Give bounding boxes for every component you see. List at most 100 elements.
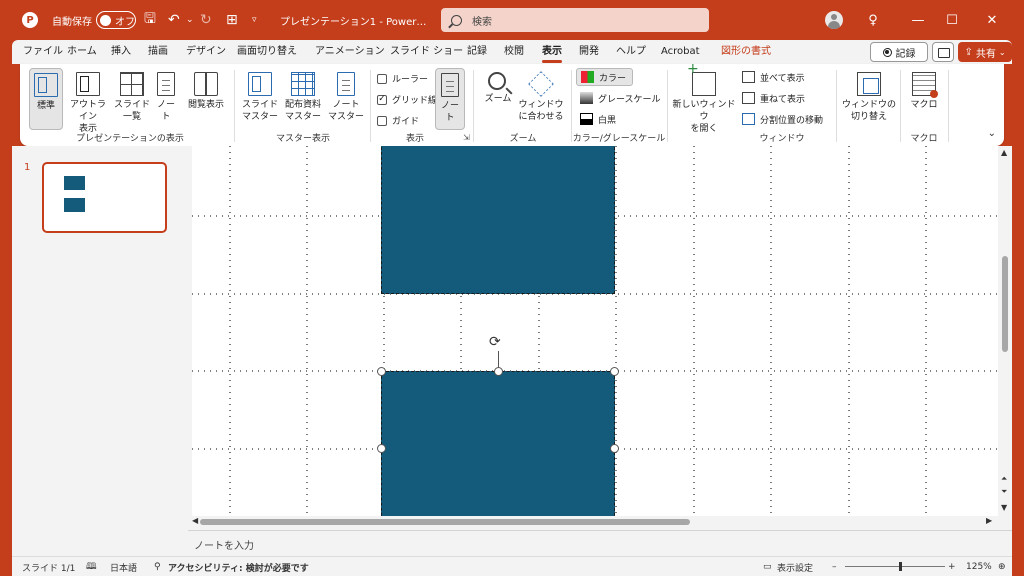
resize-handle[interactable] xyxy=(377,367,386,376)
color-label: カラー xyxy=(599,73,627,84)
tab-home[interactable]: ホーム xyxy=(67,40,97,64)
normal-view-button[interactable]: 標準 xyxy=(29,68,63,130)
zoom-button[interactable]: ズーム xyxy=(480,72,516,105)
color-button[interactable]: カラー xyxy=(576,68,634,86)
record-button[interactable]: 記録 xyxy=(870,42,928,62)
language-indicator[interactable]: 日本語 xyxy=(110,557,137,576)
slide-sorter-label: スライド 一覧 xyxy=(114,100,151,122)
tab-insert[interactable]: 挿入 xyxy=(111,40,131,64)
scroll-down-icon[interactable]: ▼ xyxy=(1001,503,1007,512)
autosave-toggle[interactable]: オフ xyxy=(96,11,136,29)
resize-handle[interactable] xyxy=(494,367,503,376)
redo-icon[interactable]: ↻ xyxy=(200,0,212,40)
grayscale-button[interactable]: グレースケール xyxy=(580,89,661,107)
handout-master-label: 配布資料 マスター xyxy=(284,100,321,122)
present-icon[interactable]: ⊞ xyxy=(226,0,238,40)
zoom-in-icon[interactable]: + xyxy=(948,557,956,576)
outline-view-button[interactable]: アウトライン 表示 xyxy=(66,72,110,135)
show-dialog-launcher-icon[interactable]: ⇲ xyxy=(463,133,470,142)
lightbulb-icon[interactable]: ♀ xyxy=(856,0,890,40)
search-box[interactable]: 検索 xyxy=(441,8,709,32)
zoom-slider-knob[interactable] xyxy=(899,562,902,571)
rectangle-shape-top[interactable] xyxy=(381,146,615,294)
tab-draw[interactable]: 描画 xyxy=(148,40,168,64)
tab-shape-format[interactable]: 図形の書式 xyxy=(721,40,771,64)
maximize-button[interactable]: ☐ xyxy=(935,0,969,40)
zoom-slider[interactable] xyxy=(845,562,945,571)
comment-icon[interactable] xyxy=(932,42,954,62)
slide-thumbnail[interactable] xyxy=(42,162,167,233)
spellcheck-icon[interactable]: 🕮 xyxy=(86,557,97,576)
horizontal-scroll-thumb[interactable] xyxy=(200,519,690,525)
minimize-button[interactable]: — xyxy=(901,0,935,40)
gridlines-checkbox[interactable]: ✓ グリッド線 xyxy=(377,93,437,106)
arrange-all-label: 並べて表示 xyxy=(760,73,805,84)
ruler-checkbox[interactable]: ルーラー xyxy=(377,72,428,85)
color-icon xyxy=(581,71,594,83)
record-label: 記録 xyxy=(895,48,916,60)
vertical-scroll-thumb[interactable] xyxy=(1002,256,1008,352)
tab-view[interactable]: 表示 xyxy=(542,40,562,64)
cascade-button[interactable]: 重ねて表示 xyxy=(742,89,805,107)
save-icon[interactable]: 🖫 xyxy=(144,0,156,40)
macro-button[interactable]: マクロ xyxy=(906,72,942,111)
horizontal-scrollbar[interactable]: ◀ ▶ xyxy=(192,516,998,528)
tab-file[interactable]: ファイル xyxy=(23,40,63,64)
scroll-left-icon[interactable]: ◀ xyxy=(192,516,198,525)
display-settings-button[interactable]: 表示設定 xyxy=(777,557,813,576)
notes-master-button[interactable]: ノート マスター xyxy=(326,72,366,123)
collapse-ribbon-icon[interactable]: ⌄ xyxy=(988,128,996,139)
slide-canvas[interactable]: ⟳ xyxy=(192,146,998,516)
tab-transitions[interactable]: 画面切り替え xyxy=(237,40,297,64)
slide-sorter-button[interactable]: スライド 一覧 xyxy=(114,72,150,123)
reading-view-button[interactable]: 閲覧表示 xyxy=(184,72,228,111)
next-slide-icon[interactable]: ⏷ xyxy=(1001,487,1007,497)
share-button[interactable]: ⇪ 共有 ⌄ xyxy=(958,42,1012,62)
notes-master-icon xyxy=(337,72,355,96)
tab-animations[interactable]: アニメーション xyxy=(315,40,385,64)
notes-icon xyxy=(441,73,459,97)
new-window-button[interactable]: 新しいウィンドウ を開く xyxy=(672,63,736,135)
grayscale-label: グレースケール xyxy=(598,94,661,105)
resize-handle[interactable] xyxy=(610,444,619,453)
scroll-up-icon[interactable]: ▲ xyxy=(1001,148,1007,157)
rectangle-shape-selected[interactable] xyxy=(381,371,615,516)
handout-master-button[interactable]: 配布資料 マスター xyxy=(281,72,325,123)
tab-slideshow[interactable]: スライド ショー xyxy=(390,40,463,64)
fit-to-window-button[interactable]: ウィンドウ に合わせる xyxy=(517,71,565,123)
slide-master-button[interactable]: スライド マスター xyxy=(240,72,280,123)
arrange-all-icon xyxy=(742,71,755,83)
tab-help[interactable]: ヘルプ xyxy=(616,40,646,64)
notes-toggle-button[interactable]: ノー ト xyxy=(435,68,465,130)
tab-record[interactable]: 記録 xyxy=(467,40,487,64)
switch-windows-icon xyxy=(857,72,881,96)
previous-slide-icon[interactable]: ⏶ xyxy=(1001,474,1007,484)
accessibility-status[interactable]: アクセシビリティ: 検討が必要です xyxy=(168,557,309,576)
zoom-level[interactable]: 125% xyxy=(966,557,992,576)
resize-handle[interactable] xyxy=(377,444,386,453)
move-split-button[interactable]: 分割位置の移動 xyxy=(742,110,823,128)
scroll-right-icon[interactable]: ▶ xyxy=(986,516,992,525)
slide-sorter-icon xyxy=(120,72,144,96)
undo-dropdown-icon[interactable]: ⌄ xyxy=(186,0,194,40)
black-white-button[interactable]: 白黒 xyxy=(580,110,616,128)
notes-input[interactable]: ノートを入力 xyxy=(188,530,1012,556)
resize-handle[interactable] xyxy=(610,367,619,376)
zoom-out-icon[interactable]: – xyxy=(832,557,837,576)
rotate-handle-icon[interactable]: ⟳ xyxy=(489,334,501,350)
tab-design[interactable]: デザイン xyxy=(186,40,226,64)
account-avatar[interactable] xyxy=(825,11,843,29)
close-button[interactable]: ✕ xyxy=(975,0,1009,40)
tab-developer[interactable]: 開発 xyxy=(579,40,599,64)
guides-checkbox-box xyxy=(377,115,387,126)
vertical-scrollbar[interactable]: ▲ ⏶ ⏷ ▼ xyxy=(998,146,1012,516)
undo-icon[interactable]: ↶ xyxy=(168,0,180,40)
fit-slide-icon[interactable]: ⊕ xyxy=(998,557,1006,576)
share-label: 共有 xyxy=(975,48,996,60)
customize-qat-icon[interactable]: ▿ xyxy=(252,0,257,40)
arrange-all-button[interactable]: 並べて表示 xyxy=(742,68,805,86)
tab-review[interactable]: 校閲 xyxy=(504,40,524,64)
notes-page-button[interactable]: ノー ト xyxy=(153,72,179,123)
switch-windows-button[interactable]: ウィンドウの 切り替え xyxy=(842,72,896,123)
guides-checkbox[interactable]: ガイド xyxy=(377,114,419,127)
